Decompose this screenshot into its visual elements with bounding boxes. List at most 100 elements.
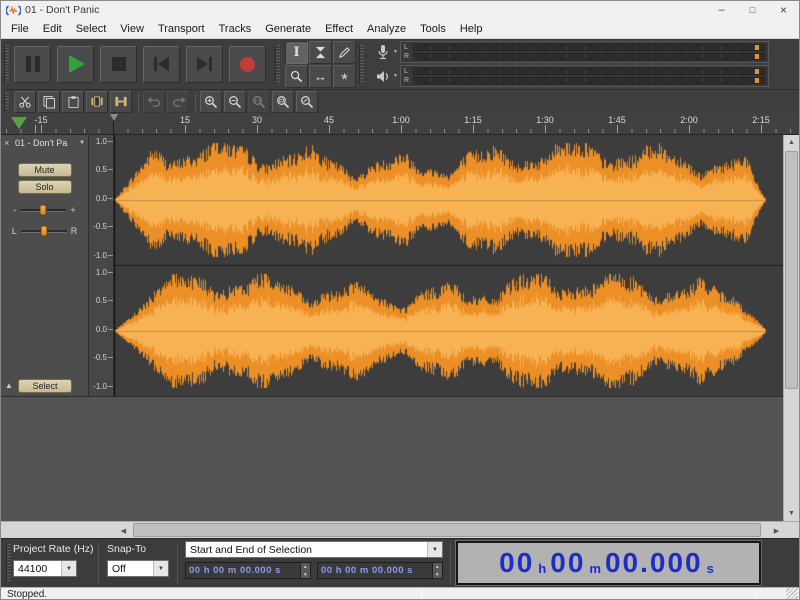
pan-slider-thumb[interactable] bbox=[40, 226, 47, 237]
maximize-button[interactable]: □ bbox=[737, 1, 768, 19]
timeline-tick-label: 2:15 bbox=[752, 115, 770, 125]
minimize-icon: – bbox=[718, 4, 724, 16]
spinner[interactable]: ▲ ▼ bbox=[300, 563, 310, 578]
gain-slider-thumb[interactable] bbox=[40, 205, 47, 216]
copy-icon bbox=[42, 95, 56, 109]
tools-toolbar: I ↔ * bbox=[285, 41, 356, 88]
cut-button[interactable] bbox=[14, 91, 36, 113]
mute-button[interactable]: Mute bbox=[18, 163, 72, 177]
trim-audio-button[interactable] bbox=[86, 91, 108, 113]
recording-meter[interactable]: ▼ L R bbox=[375, 41, 769, 63]
vertical-scrollbar-thumb[interactable] bbox=[785, 151, 798, 389]
menu-select[interactable]: Select bbox=[69, 19, 114, 38]
undo-button[interactable] bbox=[143, 91, 165, 113]
zoom-tool-button[interactable] bbox=[285, 65, 308, 88]
pause-button[interactable] bbox=[14, 46, 51, 83]
timeline-ruler[interactable]: -15 15 30 45 1:00 1:15 1:30 1:45 2:00 2:… bbox=[1, 113, 799, 135]
scroll-up-button[interactable]: ▲ bbox=[784, 135, 799, 150]
paste-button[interactable] bbox=[62, 91, 84, 113]
selection-start-field[interactable]: 00 h 00 m 00.000 s ▲ ▼ bbox=[185, 562, 311, 579]
track-name[interactable]: 01 - Don't Pa bbox=[15, 138, 77, 148]
fit-selection-button[interactable] bbox=[248, 91, 270, 113]
menu-tracks[interactable]: Tracks bbox=[212, 19, 259, 38]
audio-position-display[interactable]: 00 h 00 m 00.000 s bbox=[456, 541, 761, 585]
toolbar-grabber[interactable] bbox=[4, 45, 9, 83]
project-rate-value: 44100 bbox=[18, 563, 47, 575]
menu-analyze[interactable]: Analyze bbox=[360, 19, 413, 38]
envelope-tool-button[interactable] bbox=[309, 41, 332, 64]
timeline-tick-label: 15 bbox=[180, 115, 190, 125]
horizontal-scrollbar-thumb[interactable] bbox=[133, 523, 761, 537]
stop-button[interactable] bbox=[100, 46, 137, 83]
track-select-button[interactable]: Select bbox=[18, 379, 72, 393]
scroll-down-icon: ▼ bbox=[788, 510, 795, 517]
vertical-scrollbar[interactable]: ▲ ▼ bbox=[783, 135, 799, 521]
playback-meter-dropdown-icon[interactable]: ▼ bbox=[393, 73, 398, 79]
draw-tool-button[interactable] bbox=[333, 41, 356, 64]
track-menu-dropdown-icon[interactable]: ▼ bbox=[79, 140, 85, 146]
minimize-button[interactable]: – bbox=[706, 1, 737, 19]
playback-meter[interactable]: ▼ L R bbox=[375, 65, 769, 87]
recording-meter-left-bar bbox=[413, 44, 765, 51]
silence-audio-button[interactable] bbox=[110, 91, 132, 113]
menu-tools[interactable]: Tools bbox=[413, 19, 453, 38]
pan-right-label: R bbox=[71, 227, 78, 236]
menu-effect[interactable]: Effect bbox=[318, 19, 360, 38]
zoom-in-button[interactable] bbox=[200, 91, 222, 113]
copy-button[interactable] bbox=[38, 91, 60, 113]
timeline-cursor-handle[interactable] bbox=[110, 114, 118, 121]
resize-grip[interactable] bbox=[786, 588, 798, 600]
menu-bar: File Edit Select View Transport Tracks G… bbox=[1, 19, 799, 39]
close-button[interactable]: × bbox=[768, 1, 799, 19]
spinner[interactable]: ▲ ▼ bbox=[432, 563, 442, 578]
scroll-down-button[interactable]: ▼ bbox=[784, 506, 799, 521]
fit-project-button[interactable] bbox=[272, 91, 294, 113]
play-start-marker-icon[interactable] bbox=[11, 117, 27, 129]
menu-edit[interactable]: Edit bbox=[36, 19, 69, 38]
record-button[interactable] bbox=[229, 46, 266, 83]
solo-button[interactable]: Solo bbox=[18, 180, 72, 194]
time-shift-tool-button[interactable]: ↔ bbox=[309, 65, 332, 88]
project-rate-select[interactable]: 44100 ▼ bbox=[13, 560, 77, 577]
skip-to-start-button[interactable] bbox=[143, 46, 180, 83]
transport-toolbar: I ↔ * bbox=[1, 39, 799, 89]
collapse-track-icon[interactable]: ▲ bbox=[5, 382, 13, 390]
play-button[interactable] bbox=[57, 46, 94, 83]
scale-label: 0.0 bbox=[96, 195, 107, 203]
fit-project-icon bbox=[276, 95, 290, 109]
track-panel-footer: ▲ Select bbox=[1, 379, 88, 393]
redo-button[interactable] bbox=[167, 91, 189, 113]
vertical-scale-ruler[interactable]: 1.0 0.5 0.0 -0.5 -1.0 1.0 0.5 0.0 -0.5 -… bbox=[89, 135, 114, 397]
horizontal-scrollbar[interactable]: ◀ ▶ bbox=[1, 521, 799, 538]
tools-toolbar-grabber[interactable] bbox=[275, 45, 280, 83]
menu-file[interactable]: File bbox=[4, 19, 36, 38]
scroll-left-button[interactable]: ◀ bbox=[116, 523, 131, 538]
meter-toolbar-grabber[interactable] bbox=[359, 45, 364, 83]
playback-meter-bars[interactable]: L R bbox=[400, 65, 769, 87]
skip-to-end-button[interactable] bbox=[186, 46, 223, 83]
multi-tool-button[interactable]: * bbox=[333, 65, 356, 88]
selection-mode-select[interactable]: Start and End of Selection ▼ bbox=[185, 541, 443, 558]
recording-meter-dropdown-icon[interactable]: ▼ bbox=[393, 49, 398, 55]
zoom-toggle-button[interactable] bbox=[296, 91, 318, 113]
menu-help[interactable]: Help bbox=[453, 19, 490, 38]
edit-toolbar-grabber[interactable] bbox=[4, 93, 9, 111]
menu-transport[interactable]: Transport bbox=[151, 19, 212, 38]
pan-slider[interactable] bbox=[21, 230, 67, 233]
recording-meter-right-label: R bbox=[404, 53, 410, 60]
gain-slider[interactable] bbox=[20, 209, 66, 212]
menu-generate[interactable]: Generate bbox=[258, 19, 318, 38]
selection-tool-button[interactable]: I bbox=[285, 41, 308, 64]
selection-end-field[interactable]: 00 h 00 m 00.000 s ▲ ▼ bbox=[317, 562, 443, 579]
window-title: 01 - Don't Panic bbox=[25, 4, 99, 16]
snap-to-select[interactable]: Off ▼ bbox=[107, 560, 169, 577]
waveform-canvas[interactable] bbox=[114, 135, 785, 396]
zoom-out-icon bbox=[228, 95, 242, 109]
recording-meter-bars[interactable]: L R bbox=[400, 41, 769, 63]
menu-view[interactable]: View bbox=[113, 19, 151, 38]
waveform-display[interactable] bbox=[114, 135, 785, 397]
scroll-right-button[interactable]: ▶ bbox=[769, 523, 784, 538]
track-close-icon[interactable]: × bbox=[4, 138, 13, 148]
selection-toolbar-grabber[interactable] bbox=[6, 544, 11, 583]
zoom-out-button[interactable] bbox=[224, 91, 246, 113]
